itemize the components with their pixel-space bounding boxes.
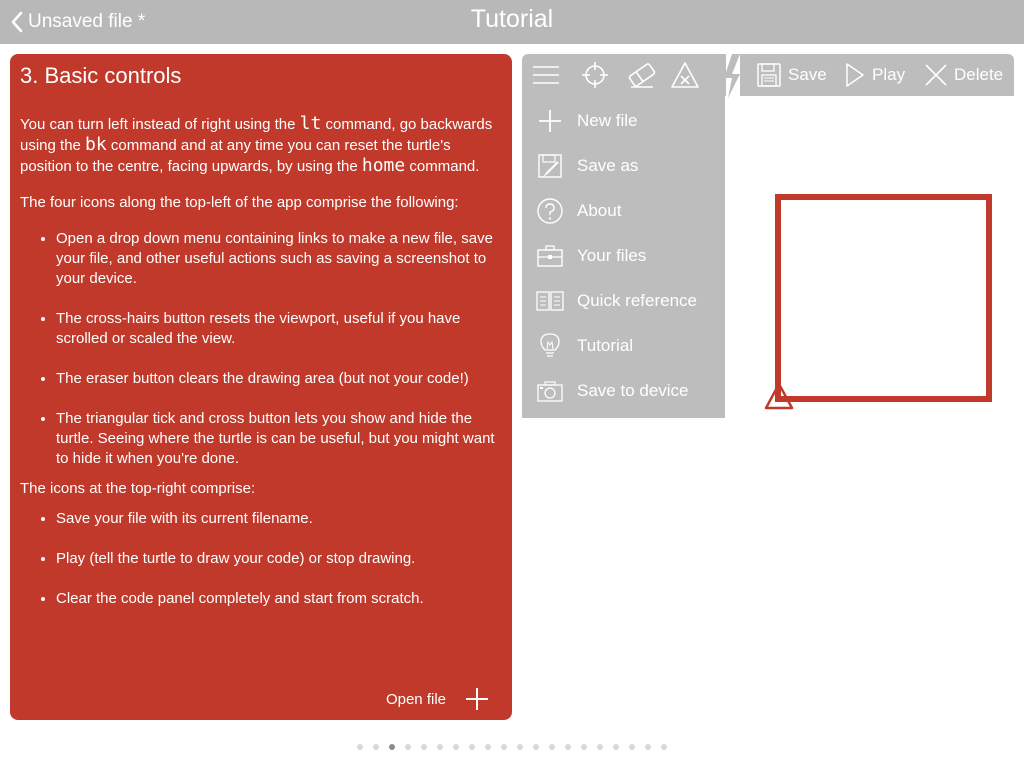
save-label: Save (788, 65, 827, 84)
list-item: The eraser button clears the drawing are… (56, 369, 500, 389)
toolbar-left (522, 54, 726, 96)
page-dot[interactable] (437, 744, 443, 750)
intro-paragraph: You can turn left instead of right using… (20, 114, 500, 177)
menu-item-label: Save to device (577, 380, 689, 400)
list-item: Clear the code panel completely and star… (56, 589, 500, 609)
code-home: home (361, 155, 406, 176)
page-dot[interactable] (453, 744, 459, 750)
save-button[interactable]: Save (756, 62, 827, 88)
crosshair-icon (582, 62, 608, 88)
plus-icon (522, 108, 577, 134)
page-dot[interactable] (357, 744, 363, 750)
menu-item-your-files[interactable]: Your files (522, 233, 725, 278)
page-dot[interactable] (469, 744, 475, 750)
drawn-square (775, 194, 992, 402)
page-dot[interactable] (645, 744, 651, 750)
toolbar-right: Save Play Delete (740, 54, 1014, 96)
nav-bar: Unsaved file * Tutorial (0, 0, 1024, 44)
lightbulb-icon (522, 332, 577, 360)
save-as-icon (522, 153, 577, 179)
paragraph-left-icons: The four icons along the top-left of the… (20, 194, 459, 211)
page-dot[interactable] (533, 744, 539, 750)
camera-icon (522, 379, 577, 403)
card-footer: Open file (386, 686, 490, 712)
play-icon (846, 63, 864, 87)
dropdown-menu: New file Save as About Your files Quick … (522, 96, 725, 418)
page-dot[interactable] (517, 744, 523, 750)
menu-item-label: Tutorial (577, 335, 634, 355)
code-lt: lt (299, 113, 322, 134)
menu-item-label: Your files (577, 245, 647, 265)
list-item: The cross-hairs button resets the viewpo… (56, 309, 500, 349)
card-title: 3. Basic controls (20, 63, 182, 88)
page-dot[interactable] (661, 744, 667, 750)
list-item: Play (tell the turtle to draw your code)… (56, 549, 500, 569)
menu-item-label: Save as (577, 155, 639, 175)
open-file-link[interactable]: Open file (386, 691, 446, 708)
page-dot[interactable] (373, 744, 379, 750)
page-dot[interactable] (421, 744, 427, 750)
save-icon (757, 63, 781, 87)
add-file-button[interactable] (464, 686, 490, 712)
menu-item-save-to-device[interactable]: Save to device (522, 368, 725, 413)
menu-item-quick-reference[interactable]: Quick reference (522, 278, 725, 323)
page-dot[interactable] (405, 744, 411, 750)
play-label: Play (872, 65, 906, 84)
page-dot[interactable] (565, 744, 571, 750)
menu-item-label: Quick reference (577, 290, 697, 310)
close-icon (925, 64, 947, 86)
briefcase-icon (522, 243, 577, 269)
list-item: The triangular tick and cross button let… (56, 409, 500, 469)
menu-button[interactable] (532, 61, 560, 94)
delete-label: Delete (954, 65, 1004, 84)
menu-item-about[interactable]: About (522, 188, 725, 233)
tutorial-card: 3. Basic controls You can turn left inst… (10, 54, 512, 720)
page-dot[interactable] (549, 744, 555, 750)
book-icon (522, 289, 577, 313)
page-indicator (0, 744, 1024, 750)
menu-item-tutorial[interactable]: Tutorial (522, 323, 725, 368)
code-bk: bk (85, 134, 107, 155)
drawing-canvas[interactable] (727, 96, 1024, 716)
page-title: Tutorial (470, 5, 554, 33)
turtle-toggle-icon (671, 62, 699, 88)
question-icon (522, 197, 577, 225)
reset-viewport-button[interactable] (581, 61, 609, 94)
paragraph-right-icons: The icons at the top-right comprise: (20, 480, 256, 497)
menu-item-save-as[interactable]: Save as (522, 143, 725, 188)
page-dot[interactable] (501, 744, 507, 750)
list-item: Open a drop down menu containing links t… (56, 229, 500, 289)
card-body: You can turn left instead of right using… (20, 114, 500, 629)
page-dot[interactable] (613, 744, 619, 750)
intro-text-4: command. (405, 158, 480, 175)
clear-drawing-button[interactable] (627, 61, 657, 94)
page-dot[interactable] (597, 744, 603, 750)
page-dot[interactable] (389, 744, 395, 750)
page-dot[interactable] (629, 744, 635, 750)
left-icons-list: Open a drop down menu containing links t… (20, 229, 500, 469)
toggle-turtle-button[interactable] (670, 61, 700, 94)
menu-item-label: New file (577, 110, 638, 130)
eraser-icon (628, 63, 656, 88)
page-dot[interactable] (581, 744, 587, 750)
menu-item-new-file[interactable]: New file (522, 98, 725, 143)
right-icons-list: Save your file with its current filename… (20, 509, 500, 609)
menu-item-label: About (577, 200, 622, 220)
intro-text-1: You can turn left instead of right using… (20, 116, 300, 133)
menu-icon (533, 66, 559, 84)
plus-icon (466, 688, 488, 710)
play-button[interactable]: Play (844, 62, 905, 88)
list-item: Save your file with its current filename… (56, 509, 500, 529)
delete-button[interactable]: Delete (924, 62, 1003, 88)
page-dot[interactable] (485, 744, 491, 750)
